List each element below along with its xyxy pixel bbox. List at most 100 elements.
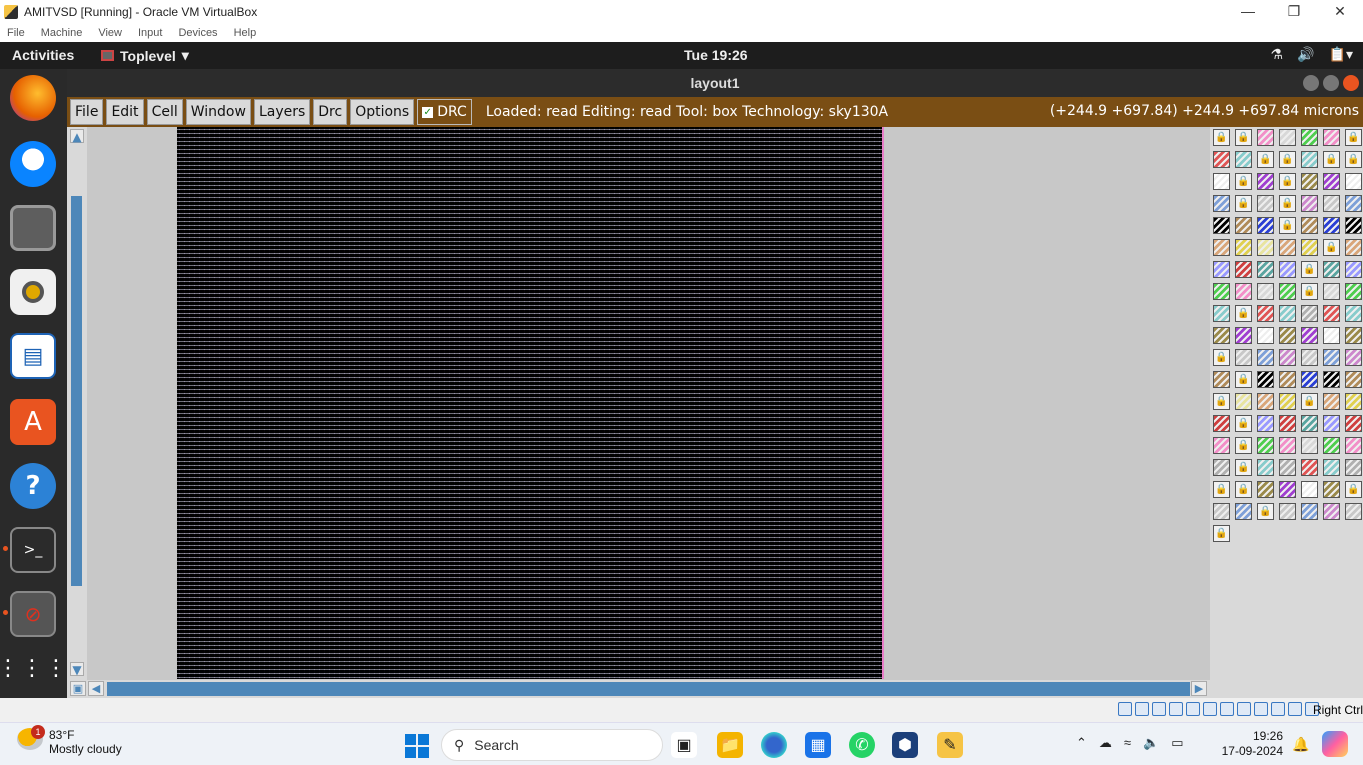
layer-swatch[interactable] [1323, 261, 1340, 278]
layout-canvas[interactable] [87, 127, 1210, 680]
mouse-integration-icon[interactable] [1288, 702, 1302, 716]
layer-swatch[interactable] [1301, 129, 1318, 146]
layer-swatch[interactable] [1345, 459, 1362, 476]
layer-swatch[interactable] [1213, 503, 1230, 520]
lock-icon[interactable]: 🔒 [1279, 195, 1296, 212]
notifications-icon[interactable]: 🔔 [1292, 736, 1309, 753]
virtualbox-icon[interactable]: ⬢ [892, 732, 918, 758]
layer-swatch[interactable] [1213, 327, 1230, 344]
file-explorer-icon[interactable]: 📁 [717, 732, 743, 758]
layer-swatch[interactable] [1213, 283, 1230, 300]
layer-swatch[interactable] [1213, 217, 1230, 234]
layer-swatch[interactable] [1279, 283, 1296, 300]
app-menu[interactable]: Toplevel ▾ [101, 47, 189, 64]
menu-devices[interactable]: Devices [178, 27, 217, 39]
taskbar-search[interactable]: ⚲ Search [441, 729, 663, 761]
network-icon[interactable]: ⚗ [1271, 46, 1284, 63]
layer-swatch[interactable] [1345, 393, 1362, 410]
lock-icon[interactable]: 🔒 [1301, 261, 1318, 278]
usb-icon[interactable] [1186, 702, 1200, 716]
layer-swatch[interactable] [1213, 151, 1230, 168]
layer-swatch[interactable] [1257, 349, 1274, 366]
close-button[interactable]: ✕ [1317, 0, 1363, 23]
onedrive-icon[interactable]: ☁ [1099, 735, 1112, 751]
lock-icon[interactable]: 🔒 [1279, 173, 1296, 190]
lock-icon[interactable]: 🔒 [1235, 173, 1252, 190]
layer-swatch[interactable] [1279, 239, 1296, 256]
volume-icon[interactable]: 🔈 [1143, 735, 1159, 751]
layer-swatch[interactable] [1301, 437, 1318, 454]
menu-options[interactable]: Options [350, 99, 415, 125]
maximize-button[interactable] [1323, 75, 1339, 91]
lock-icon[interactable]: 🔒 [1235, 437, 1252, 454]
layer-swatch[interactable] [1257, 195, 1274, 212]
hdd-icon[interactable] [1118, 702, 1132, 716]
layer-swatch[interactable] [1323, 503, 1340, 520]
display-icon[interactable] [1220, 702, 1234, 716]
layer-swatch[interactable] [1323, 371, 1340, 388]
store-icon[interactable]: ▦ [805, 732, 831, 758]
layer-swatch[interactable] [1345, 217, 1362, 234]
edge-icon[interactable] [761, 732, 787, 758]
lock-icon[interactable]: 🔒 [1213, 349, 1230, 366]
lock-icon[interactable]: 🔒 [1257, 503, 1274, 520]
software-center-icon[interactable]: A [10, 399, 56, 445]
layer-swatch[interactable] [1345, 371, 1362, 388]
weather-widget[interactable]: 1 83°F Mostly cloudy [17, 725, 122, 756]
layer-swatch[interactable] [1213, 437, 1230, 454]
layer-swatch[interactable] [1279, 349, 1296, 366]
layer-swatch[interactable] [1323, 327, 1340, 344]
scroll-up-icon[interactable]: ▲ [70, 129, 84, 144]
cpu-icon[interactable] [1254, 702, 1268, 716]
recording-icon[interactable] [1237, 702, 1251, 716]
layer-swatch[interactable] [1301, 239, 1318, 256]
layer-swatch[interactable] [1257, 283, 1274, 300]
battery-icon[interactable]: ▭ [1171, 735, 1183, 751]
help-icon[interactable]: ? [10, 463, 56, 509]
layer-swatch[interactable] [1279, 393, 1296, 410]
layer-swatch[interactable] [1235, 283, 1252, 300]
scroll-down-icon[interactable]: ▼ [70, 662, 84, 677]
layer-swatch[interactable] [1279, 327, 1296, 344]
firefox-icon[interactable] [10, 75, 56, 121]
guest-additions-icon[interactable] [1271, 702, 1285, 716]
lock-icon[interactable]: 🔒 [1257, 151, 1274, 168]
layer-swatch[interactable] [1279, 371, 1296, 388]
layer-swatch[interactable] [1345, 283, 1362, 300]
menu-window[interactable]: Window [185, 99, 251, 125]
layer-swatch[interactable] [1213, 305, 1230, 322]
layer-swatch[interactable] [1301, 349, 1318, 366]
layer-swatch[interactable] [1235, 239, 1252, 256]
audio-icon[interactable] [1152, 702, 1166, 716]
drc-toggle[interactable]: ✓ DRC [417, 99, 472, 125]
layer-swatch[interactable] [1345, 239, 1362, 256]
layer-swatch[interactable] [1235, 151, 1252, 168]
layer-swatch[interactable] [1257, 393, 1274, 410]
lock-icon[interactable]: 🔒 [1213, 525, 1230, 542]
whatsapp-icon[interactable]: ✆ [849, 732, 875, 758]
scroll-right-icon[interactable]: ▶ [1191, 681, 1207, 696]
lock-icon[interactable]: 🔒 [1213, 129, 1230, 146]
menu-input[interactable]: Input [138, 27, 162, 39]
layer-swatch[interactable] [1213, 415, 1230, 432]
optical-drive-icon[interactable] [1135, 702, 1149, 716]
layer-swatch[interactable] [1257, 129, 1274, 146]
menu-file[interactable]: File [7, 27, 25, 39]
layer-swatch[interactable] [1345, 415, 1362, 432]
layer-swatch[interactable] [1257, 459, 1274, 476]
volume-icon[interactable]: 🔊 [1297, 46, 1314, 63]
layer-swatch[interactable] [1279, 415, 1296, 432]
layer-swatch[interactable] [1279, 459, 1296, 476]
layer-swatch[interactable] [1279, 129, 1296, 146]
thunderbird-icon[interactable] [10, 141, 56, 187]
layer-swatch[interactable] [1323, 129, 1340, 146]
terminal-icon[interactable]: >_ [10, 527, 56, 573]
menu-layers[interactable]: Layers [253, 99, 311, 125]
scroll-left-icon[interactable]: ◀ [88, 681, 104, 696]
minimize-button[interactable] [1303, 75, 1319, 91]
minimize-button[interactable]: — [1225, 0, 1271, 23]
menu-edit[interactable]: Edit [106, 99, 144, 125]
layer-swatch[interactable] [1301, 195, 1318, 212]
layer-swatch[interactable] [1345, 305, 1362, 322]
layer-swatch[interactable] [1235, 217, 1252, 234]
